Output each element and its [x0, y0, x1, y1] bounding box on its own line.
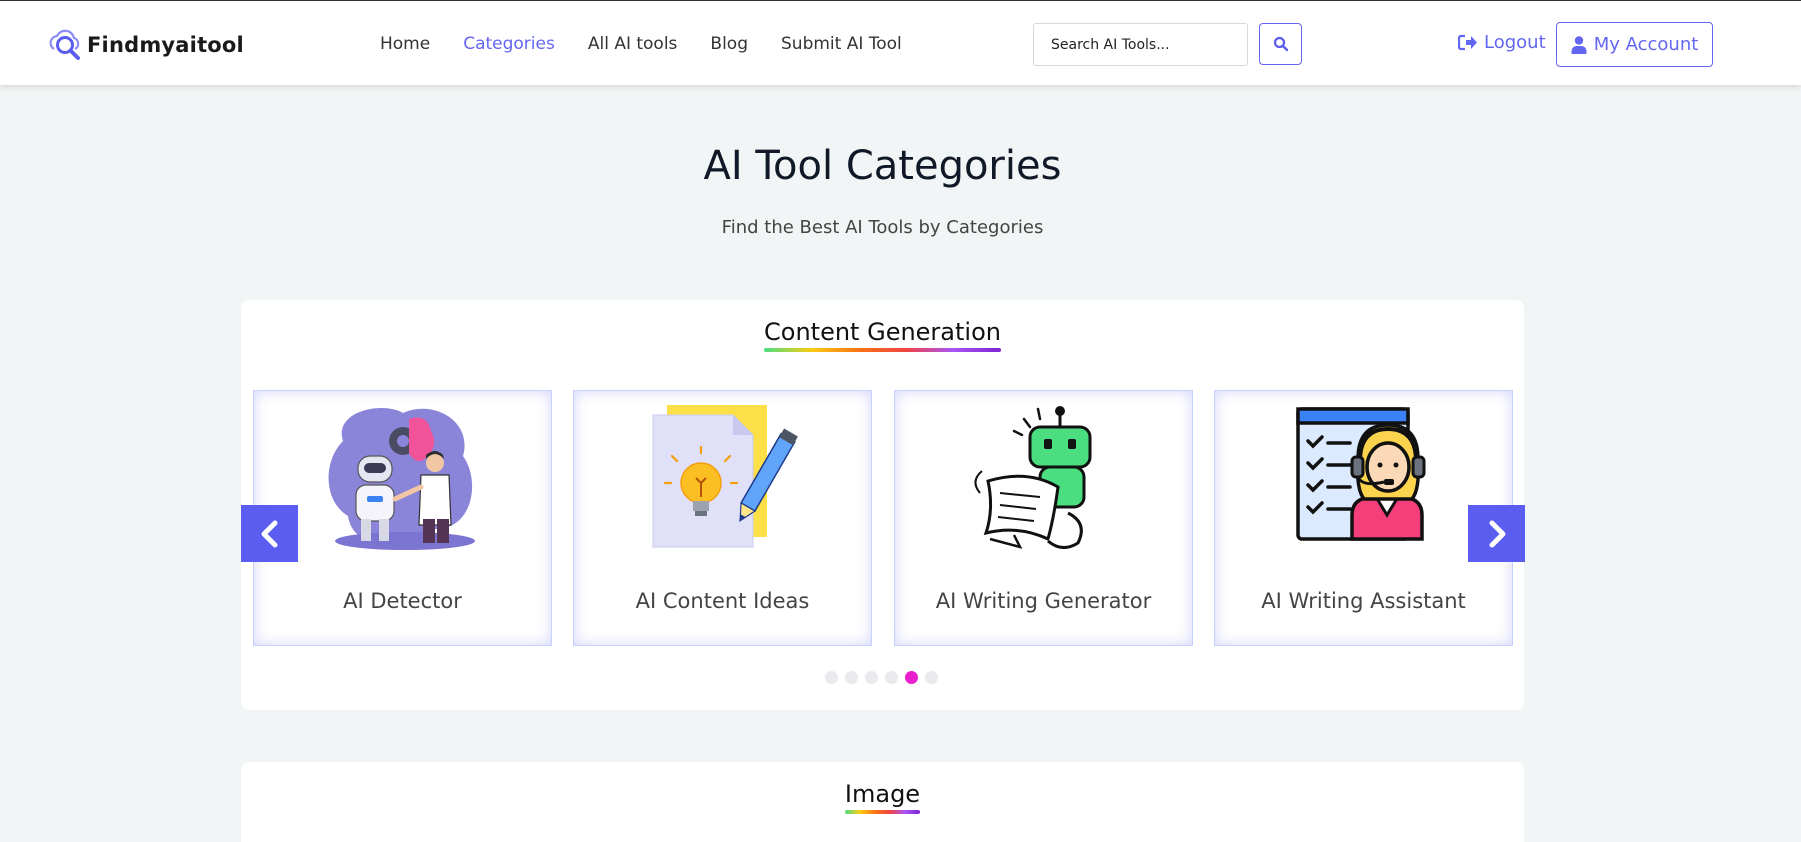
carousel-prev-button[interactable] [241, 505, 298, 562]
tool-name: AI Content Ideas [635, 589, 810, 613]
tool-name: AI Writing Generator [935, 589, 1152, 613]
search-placeholder: Search AI Tools... [1051, 36, 1170, 53]
category-section-image: Image [241, 762, 1524, 842]
search-icon [1273, 36, 1288, 52]
my-account-label: My Account [1593, 34, 1699, 55]
section-title-text: Image [844, 780, 921, 808]
writing-robot-illustration [974, 406, 1091, 549]
nav-categories[interactable]: Categories [463, 34, 555, 54]
user-icon [1571, 35, 1587, 54]
tool-card-ai-content-ideas[interactable]: AI Content Ideas [573, 390, 872, 646]
tool-card-ai-writing-generator[interactable]: AI Writing Generator [894, 390, 1193, 646]
carousel-dot-1[interactable] [825, 671, 838, 684]
magnifier-cloud-icon [49, 29, 80, 60]
tool-name: AI Writing Assistant [1261, 589, 1466, 613]
page-subtitle: Find the Best AI Tools by Categories [721, 217, 1044, 238]
logout-link[interactable]: Logout [1458, 32, 1546, 53]
nav-home[interactable]: Home [380, 34, 430, 54]
nav-blog[interactable]: Blog [710, 34, 748, 54]
my-account-button[interactable]: My Account [1556, 22, 1713, 67]
main-nav: Home Categories All AI tools Blog Submit… [380, 34, 935, 54]
section-title: Image [241, 780, 1524, 814]
carousel-dot-3[interactable] [865, 671, 878, 684]
lightbulb-document-pencil-illustration [652, 405, 798, 548]
support-agent-checklist-illustration [1295, 407, 1425, 541]
title-underline [844, 810, 921, 814]
carousel-dot-4[interactable] [885, 671, 898, 684]
title-underline [764, 348, 1001, 352]
chevron-right-icon [1489, 520, 1505, 547]
nav-all-ai-tools[interactable]: All AI tools [588, 34, 678, 54]
page-title: AI Tool Categories [703, 143, 1062, 189]
carousel-next-button[interactable] [1468, 505, 1525, 562]
sign-out-icon [1458, 34, 1477, 51]
carousel-dot-5[interactable] [905, 671, 918, 684]
chevron-left-icon [261, 520, 277, 547]
search-button[interactable] [1259, 23, 1302, 65]
top-navbar: Findmyaitool Home Categories All AI tool… [0, 0, 1801, 85]
brand-logo[interactable]: Findmyaitool [46, 25, 244, 65]
brand-name: Findmyaitool [87, 33, 244, 57]
carousel-pagination [825, 671, 938, 684]
carousel-dot-6[interactable] [925, 671, 938, 684]
nav-submit-ai-tool[interactable]: Submit AI Tool [781, 34, 902, 54]
robot-and-person-illustration [328, 408, 475, 550]
logout-label: Logout [1484, 32, 1546, 53]
section-title-text: Content Generation [764, 318, 1001, 346]
section-title: Content Generation [241, 318, 1524, 352]
tool-name: AI Detector [343, 589, 462, 613]
search-input[interactable]: Search AI Tools... [1033, 23, 1248, 66]
carousel-dot-2[interactable] [845, 671, 858, 684]
